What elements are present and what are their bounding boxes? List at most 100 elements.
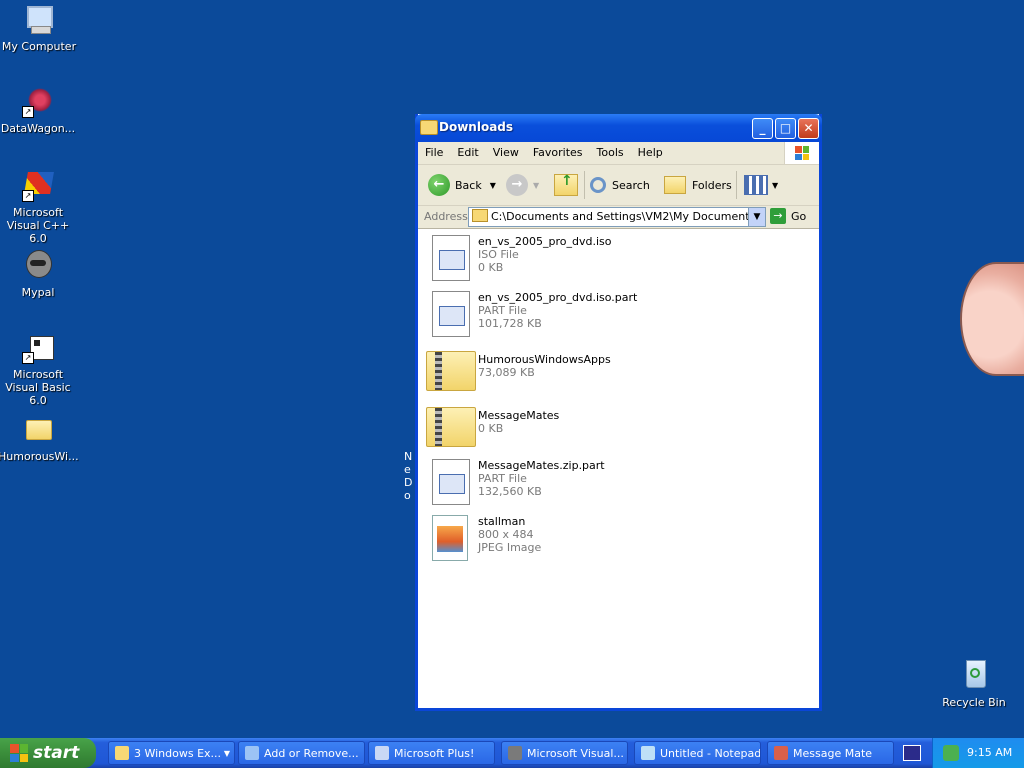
address-label: Address xyxy=(424,210,468,223)
menu-view[interactable]: View xyxy=(486,142,526,159)
recycle-bin-icon xyxy=(958,660,990,692)
back-arrow-icon: ← xyxy=(428,174,450,196)
desktop-icon-my-computer[interactable]: My Computer xyxy=(0,4,79,53)
clock[interactable]: 9:15 AM xyxy=(967,746,1012,759)
taskbar-button-add-remove[interactable]: Add or Remove... xyxy=(238,741,365,765)
windows-flag-icon xyxy=(10,744,28,762)
language-bar-keyboard-icon[interactable] xyxy=(903,745,921,761)
shortcut-arrow-icon: ↗ xyxy=(22,106,34,118)
file-size: 73,089 KB xyxy=(478,366,535,379)
menu-help[interactable]: Help xyxy=(631,142,670,159)
taskbar-button-notepad[interactable]: Untitled - Notepad xyxy=(634,741,761,765)
file-name: HumorousWindowsApps xyxy=(478,353,611,366)
chevron-down-icon[interactable]: ▼ xyxy=(772,181,778,190)
close-button[interactable]: ✕ xyxy=(798,118,819,139)
folder-icon xyxy=(472,209,488,222)
desktop-icon-label: HumorousWi... xyxy=(0,450,79,463)
go-button[interactable]: → Go xyxy=(770,208,806,224)
visual-cpp-icon: ↗ xyxy=(22,170,54,202)
folders-icon xyxy=(664,176,686,194)
file-item[interactable]: en_vs_2005_pro_dvd.iso.part PART File 10… xyxy=(426,289,806,341)
taskbar-button-label: Microsoft Visual... xyxy=(527,746,624,760)
menu-tools[interactable]: Tools xyxy=(590,142,631,159)
chevron-down-icon[interactable]: ▼ xyxy=(533,181,539,190)
menu-edit[interactable]: Edit xyxy=(450,142,485,159)
folder-icon xyxy=(420,120,438,135)
mypal-raccoon-icon xyxy=(22,250,54,282)
start-label: start xyxy=(33,743,80,763)
message-mate-nose-character[interactable] xyxy=(960,262,1024,376)
taskbar-button-message-mate[interactable]: Message Mate xyxy=(767,741,894,765)
maximize-button[interactable]: □ xyxy=(775,118,796,139)
iso-file-icon xyxy=(426,233,472,281)
file-item[interactable]: MessageMates 0 KB xyxy=(426,401,806,453)
taskbar: start 3 Windows Ex... ▼ Add or Remove...… xyxy=(0,738,1024,768)
taskbar-button-label: Microsoft Plus! xyxy=(394,746,475,760)
desktop-icon-label: Microsoft Visual C++ 6.0 xyxy=(6,206,70,245)
desktop-icon-visual-cpp[interactable]: ↗ Microsoft Visual C++ 6.0 xyxy=(0,170,78,245)
taskbar-button-label: 3 Windows Ex... xyxy=(134,746,222,760)
system-tray: 9:15 AM xyxy=(932,738,1024,768)
tray-app-icon[interactable] xyxy=(943,745,959,761)
folders-button[interactable]: Folders xyxy=(664,172,732,198)
file-item[interactable]: en_vs_2005_pro_dvd.iso ISO File 0 KB xyxy=(426,233,806,285)
file-item[interactable]: MessageMates.zip.part PART File 132,560 … xyxy=(426,457,806,509)
shortcut-arrow-icon: ↗ xyxy=(22,352,34,364)
file-name: MessageMates.zip.part xyxy=(478,459,605,472)
taskbar-button-label: Add or Remove... xyxy=(264,746,359,760)
start-button[interactable]: start xyxy=(0,738,96,768)
address-dropdown-button[interactable]: ▼ xyxy=(748,207,766,227)
forward-arrow-icon: → xyxy=(506,174,528,196)
search-button[interactable]: Search xyxy=(590,172,650,198)
file-item[interactable]: stallman 800 x 484 JPEG Image xyxy=(426,513,806,565)
forward-button[interactable]: → ▼ xyxy=(506,172,539,198)
notepad-icon xyxy=(641,746,655,760)
taskbar-button-windows-explorer[interactable]: 3 Windows Ex... ▼ xyxy=(108,741,235,765)
raccoon-icon xyxy=(508,746,522,760)
toolbar-separator xyxy=(584,171,585,199)
minimize-button[interactable]: _ xyxy=(752,118,773,139)
file-type: JPEG Image xyxy=(478,541,542,554)
window-titlebar[interactable]: Downloads _ □ ✕ xyxy=(415,114,822,142)
explorer-window[interactable]: Downloads _ □ ✕ File Edit View Favorites Too… xyxy=(415,114,822,711)
views-icon xyxy=(744,175,768,195)
jpeg-image-icon xyxy=(426,513,472,561)
image-dimensions: 800 x 484 xyxy=(478,528,534,541)
search-icon xyxy=(590,177,606,193)
menu-favorites[interactable]: Favorites xyxy=(526,142,590,159)
file-name: MessageMates xyxy=(478,409,560,422)
file-type: PART File xyxy=(478,304,527,317)
desktop-icon-label: My Computer xyxy=(1,40,77,53)
desktop-icon-datawagon[interactable]: ↗ DataWagon... xyxy=(0,86,78,135)
part-file-icon xyxy=(426,289,472,337)
toolbar-separator xyxy=(736,171,737,199)
taskbar-button-label: Untitled - Notepad xyxy=(660,746,761,760)
menu-file[interactable]: File xyxy=(418,142,450,159)
file-item[interactable]: HumorousWindowsApps 73,089 KB xyxy=(426,345,806,397)
file-name: stallman xyxy=(478,515,526,528)
microsoft-plus-icon xyxy=(375,746,389,760)
chevron-down-icon[interactable]: ▼ xyxy=(490,181,496,190)
desktop-icon-mypal[interactable]: Mypal xyxy=(0,250,78,299)
back-button[interactable]: ← Back ▼ xyxy=(428,172,496,198)
taskbar-button-label: Message Mate xyxy=(793,746,873,760)
up-folder-button[interactable]: ↑ xyxy=(554,172,578,198)
file-size: 132,560 KB xyxy=(478,485,542,498)
standard-toolbar: ← Back ▼ → ▼ ↑ Search Folders ▼ xyxy=(418,165,819,206)
address-input[interactable]: C:\Documents and Settings\VM2\My Documen… xyxy=(468,207,766,227)
zipped-folder-icon xyxy=(426,345,476,393)
desktop-icon-humorous-folder[interactable]: HumorousWi... xyxy=(0,414,79,463)
views-button[interactable]: ▼ xyxy=(744,172,778,198)
message-mate-icon xyxy=(774,746,788,760)
desktop-icon-visual-basic[interactable]: ↗ Microsoft Visual Basic 6.0 xyxy=(0,332,78,407)
desktop-icon-recycle-bin[interactable]: Recycle Bin xyxy=(934,660,1014,709)
back-button-label: Back xyxy=(455,178,482,192)
taskbar-button-microsoft-plus[interactable]: Microsoft Plus! xyxy=(368,741,495,765)
address-value: C:\Documents and Settings\VM2\My Documen… xyxy=(491,210,765,223)
go-button-label: Go xyxy=(791,209,807,223)
taskbar-button-microsoft-visual[interactable]: Microsoft Visual... xyxy=(501,741,628,765)
windows-flag-icon xyxy=(784,142,819,164)
shortcut-arrow-icon: ↗ xyxy=(22,190,34,202)
chevron-down-icon: ▼ xyxy=(223,748,230,758)
file-size: 0 KB xyxy=(478,422,504,435)
